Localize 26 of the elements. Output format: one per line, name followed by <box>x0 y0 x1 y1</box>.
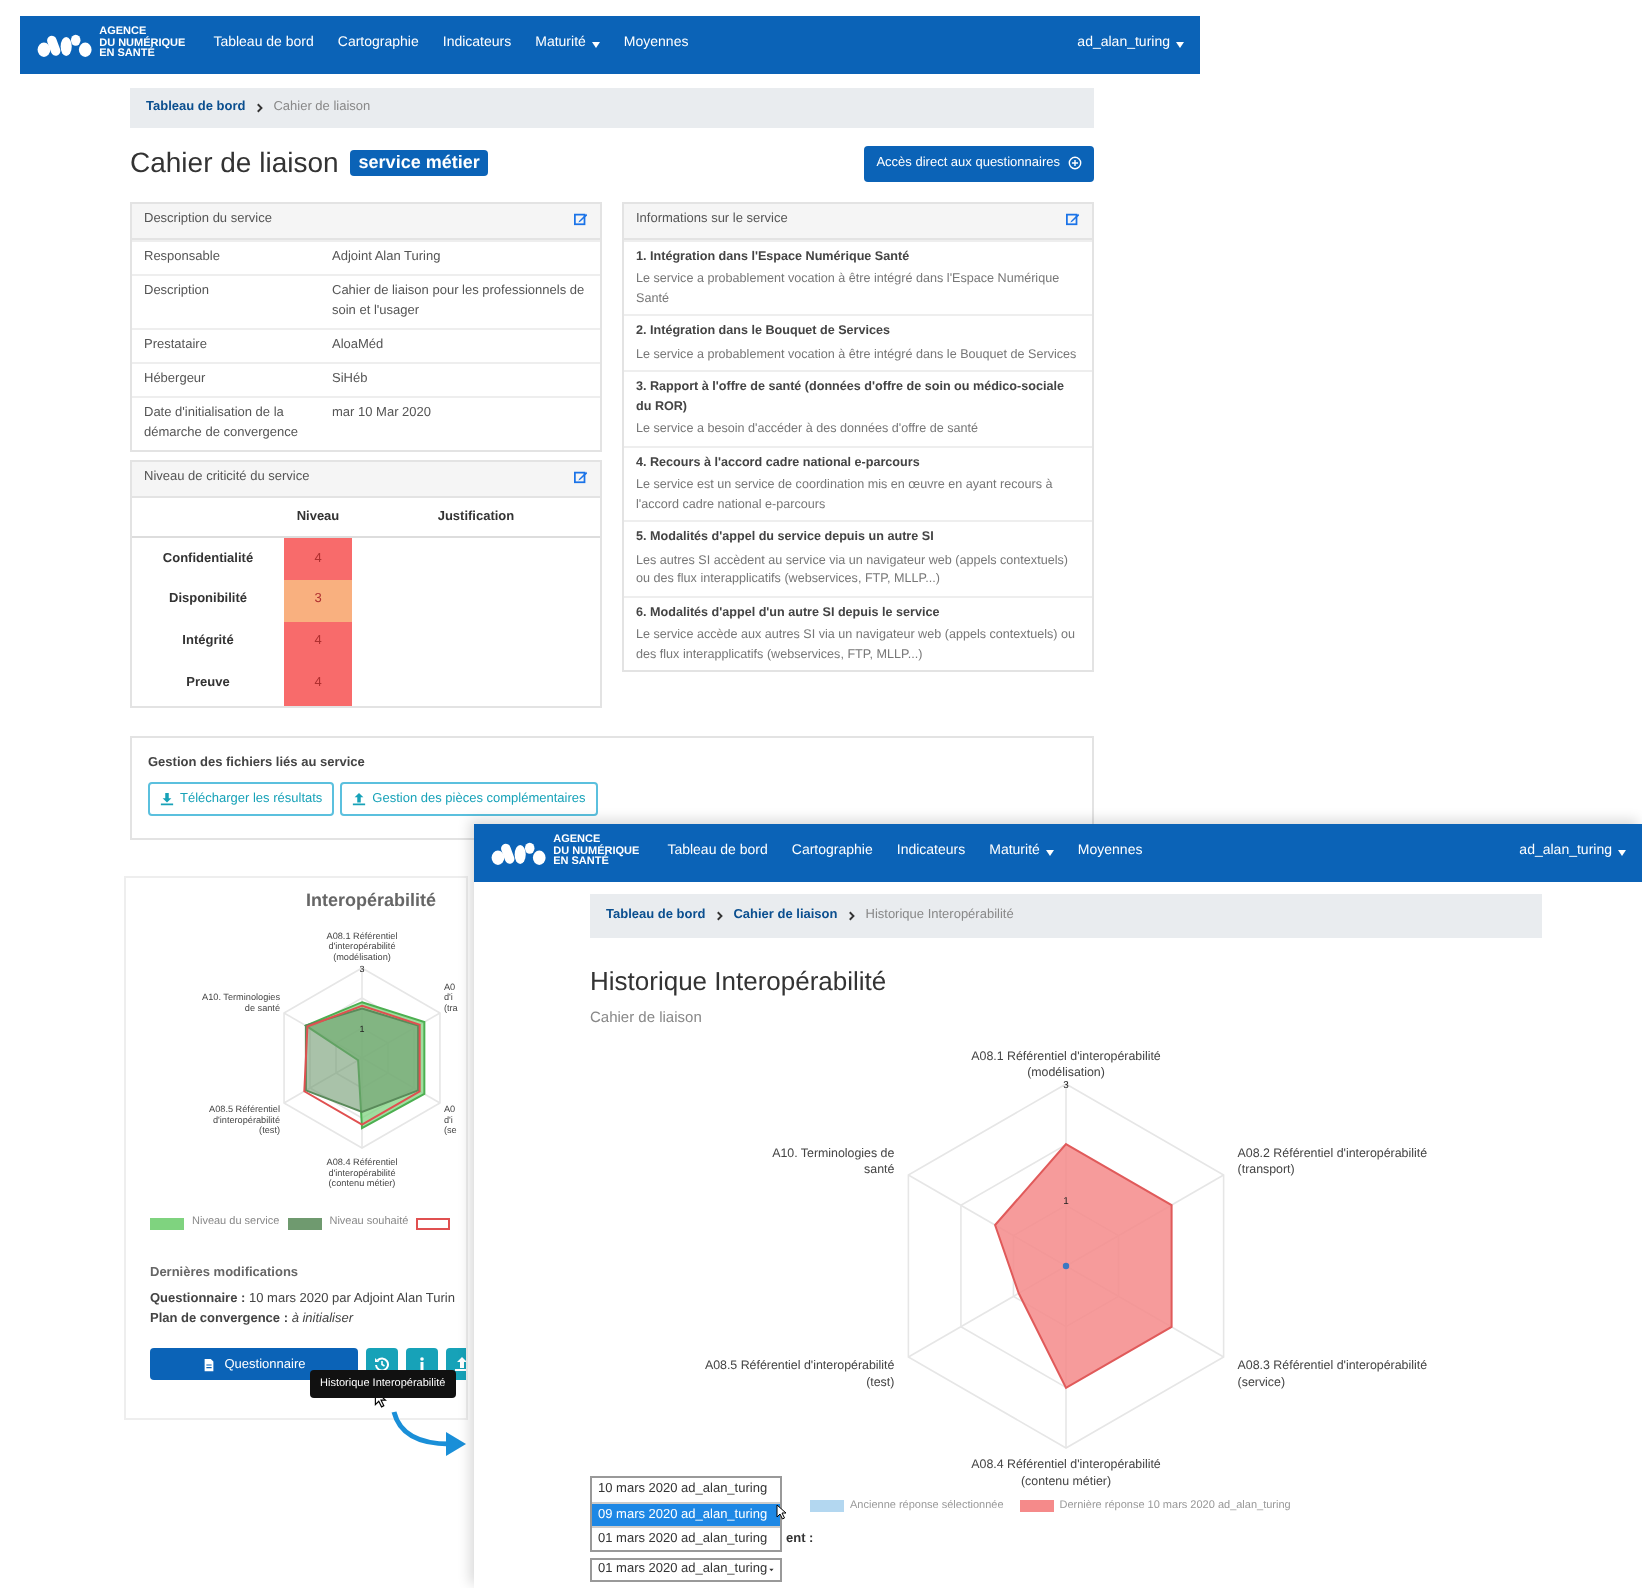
upload-icon <box>454 1356 466 1373</box>
edit-icon <box>574 212 588 227</box>
curved-arrow <box>391 1411 466 1456</box>
chart-title: Interopérabilité <box>305 887 436 914</box>
chevron-icon <box>253 102 266 114</box>
logo-icon <box>36 32 94 58</box>
edit-button[interactable] <box>574 210 588 231</box>
service-tag: service métier <box>350 150 488 177</box>
upload-icon <box>352 791 367 806</box>
edit-icon <box>574 470 588 485</box>
caret-icon <box>1176 42 1184 48</box>
page-title: Cahier de liaison <box>130 146 339 181</box>
edit-button[interactable] <box>574 468 588 489</box>
caret-icon <box>1618 850 1626 856</box>
page-title: Historique Interopérabilité <box>590 964 889 1000</box>
file-icon <box>202 1357 217 1372</box>
chevron-icon <box>713 910 726 922</box>
edit-icon <box>1066 212 1080 227</box>
download-icon <box>160 791 174 806</box>
data-point <box>1062 1262 1070 1269</box>
logo-icon <box>490 840 548 866</box>
history-icon <box>374 1356 390 1373</box>
plus-circle-icon <box>1068 156 1082 171</box>
edit-button[interactable] <box>1066 210 1080 231</box>
chevron-icon <box>845 910 858 922</box>
info-icon <box>414 1356 430 1373</box>
